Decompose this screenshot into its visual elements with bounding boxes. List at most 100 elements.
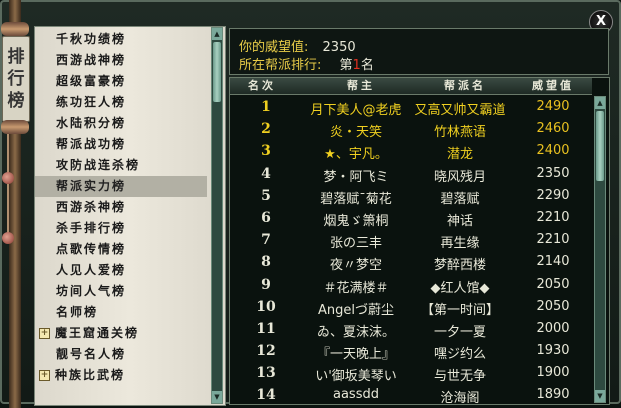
category-label: 超级富豪榜 bbox=[56, 74, 127, 88]
tassel-string bbox=[7, 134, 9, 174]
table-row[interactable]: 9 ＃花满楼＃ ◆红人馆◆ 2050 bbox=[230, 274, 592, 296]
title-glyph: 榜 bbox=[7, 91, 25, 111]
table-row[interactable]: 3 ★、宇凡。 潜龙 2400 bbox=[230, 140, 592, 162]
category-item[interactable]: + 魔王窟通关榜 bbox=[35, 323, 207, 344]
category-item[interactable]: + 种族比武榜 bbox=[35, 365, 207, 386]
table-header: 名次 帮主 帮派名 威望值 bbox=[230, 78, 592, 95]
rank-cell: 13 bbox=[256, 365, 276, 382]
guild-ranking-table: 名次 帮主 帮派名 威望值 1 月下美人@老虎 又高又帅又霸道 2490 2 炎・天笑 竹林… bbox=[229, 77, 610, 407]
category-item[interactable]: 名师榜 bbox=[35, 302, 207, 323]
category-item[interactable]: 超级富豪榜 bbox=[35, 71, 207, 92]
table-row[interactable]: 6 烟鬼ゞ箫桐 神话 2210 bbox=[230, 207, 592, 229]
scroll-thumb[interactable] bbox=[213, 42, 221, 102]
ranking-title-banner: 排 行 榜 bbox=[2, 36, 30, 122]
scroll-up-arrow-icon[interactable]: ▲ bbox=[212, 28, 222, 40]
guild-name-cell: ◆红人馆◆ bbox=[430, 280, 490, 296]
category-item[interactable]: 靓号名人榜 bbox=[35, 344, 207, 365]
category-label: 坊间人气榜 bbox=[56, 284, 127, 298]
table-scrollbar[interactable]: ▲ ▼ bbox=[594, 96, 606, 403]
guild-name-cell: 【第一时间】 bbox=[420, 302, 499, 318]
prestige-cell: 2460 bbox=[536, 121, 570, 137]
table-row[interactable]: 14 aassdd 沧海阁 1890 bbox=[230, 384, 592, 406]
category-item[interactable]: 点歌传情榜 bbox=[35, 239, 207, 260]
category-item[interactable]: 帮派实力榜 bbox=[35, 176, 207, 197]
table-row[interactable]: 5 碧落赋ˉ菊花 碧落赋 2290 bbox=[230, 185, 592, 207]
prestige-cell: 2210 bbox=[536, 232, 570, 248]
player-info-panel: 你的威望值: 2350 所在帮派排行: 第1名 bbox=[229, 28, 609, 75]
guild-name-cell: 又高又帅又霸道 bbox=[414, 103, 506, 118]
header-guild[interactable]: 帮派名 bbox=[420, 78, 510, 94]
title-glyph: 排 bbox=[7, 47, 25, 67]
category-item[interactable]: 西游杀神榜 bbox=[35, 197, 207, 218]
table-row[interactable]: 10 Angelづ蔚尘 【第一时间】 2050 bbox=[230, 296, 592, 318]
category-label: 练功狂人榜 bbox=[56, 95, 127, 109]
table-row[interactable]: 4 梦・阿飞ミ 晓风残月 2350 bbox=[230, 163, 592, 185]
title-glyph: 行 bbox=[7, 69, 25, 89]
category-item[interactable]: 帮派战功榜 bbox=[35, 134, 207, 155]
category-item[interactable]: 西游战神榜 bbox=[35, 50, 207, 71]
guild-rank-marker: 1 bbox=[352, 58, 361, 73]
tassel-string bbox=[7, 184, 9, 234]
scroll-down-arrow-icon[interactable]: ▼ bbox=[595, 390, 605, 402]
category-item[interactable]: 人见人爱榜 bbox=[35, 260, 207, 281]
rank-cell: 3 bbox=[261, 143, 271, 160]
header-leader[interactable]: 帮主 bbox=[326, 78, 396, 94]
category-label: 帮派实力榜 bbox=[56, 179, 127, 193]
table-row[interactable]: 8 夜〃梦空 梦醉西楼 2140 bbox=[230, 251, 592, 273]
expand-plus-icon[interactable]: + bbox=[39, 328, 50, 339]
scroll-down-arrow-icon[interactable]: ▼ bbox=[212, 391, 222, 403]
category-item[interactable]: 千秋功绩榜 bbox=[35, 29, 207, 50]
category-label: 帮派战功榜 bbox=[56, 137, 127, 151]
category-item[interactable]: 坊间人气榜 bbox=[35, 281, 207, 302]
scroll-thumb[interactable] bbox=[596, 111, 604, 181]
scroll-up-arrow-icon[interactable]: ▲ bbox=[595, 97, 605, 109]
category-list-panel: 千秋功绩榜西游战神榜超级富豪榜练功狂人榜水陆积分榜帮派战功榜攻防战连杀榜 帮派实力… bbox=[34, 26, 226, 406]
header-prestige[interactable]: 威望值 bbox=[520, 78, 586, 94]
table-row[interactable]: 12 『一天晚上』 嘿ジ约么 1930 bbox=[230, 340, 592, 362]
tassel-bead bbox=[2, 232, 14, 244]
prestige-cell: 2490 bbox=[536, 99, 570, 114]
rank-cell: 4 bbox=[261, 165, 271, 182]
prestige-cell: 2050 bbox=[536, 276, 570, 292]
expand-plus-icon[interactable]: + bbox=[39, 370, 50, 381]
category-label: 种族比武榜 bbox=[55, 368, 126, 382]
category-label: 杀手排行榜 bbox=[56, 221, 127, 235]
category-label: 西游战神榜 bbox=[56, 53, 127, 67]
category-item[interactable]: 练功狂人榜 bbox=[35, 92, 207, 113]
table-row[interactable]: 2 炎・天笑 竹林燕语 2460 bbox=[230, 118, 592, 140]
guild-rank-label: 所在帮派排行: bbox=[239, 58, 322, 73]
decorative-scroll: 排 行 榜 bbox=[0, 0, 30, 408]
table-rows: 1 月下美人@老虎 又高又帅又霸道 2490 2 炎・天笑 竹林燕语 2460 3 ★、宇凡。 潜龙… bbox=[230, 96, 592, 407]
guild-name-cell: 嘿ジ约么 bbox=[433, 347, 486, 363]
rank-cell: 8 bbox=[261, 254, 271, 271]
table-row[interactable]: 11 ゐ、夏沫沫。 一夕一夏 2000 bbox=[230, 318, 592, 340]
category-item[interactable]: 水陆积分榜 bbox=[35, 113, 207, 134]
category-item[interactable]: 攻防战连杀榜 bbox=[35, 155, 207, 176]
table-row[interactable]: 1 月下美人@老虎 又高又帅又霸道 2490 bbox=[230, 96, 592, 118]
header-rank[interactable]: 名次 bbox=[238, 78, 286, 94]
category-label: 点歌传情榜 bbox=[56, 242, 127, 256]
rank-cell: 12 bbox=[256, 343, 276, 360]
category-item[interactable]: 杀手排行榜 bbox=[35, 218, 207, 239]
prestige-cell: 2350 bbox=[536, 165, 570, 181]
rank-cell: 14 bbox=[256, 387, 276, 404]
tassel-bead bbox=[2, 172, 14, 184]
category-label: 攻防战连杀榜 bbox=[56, 158, 141, 172]
table-row[interactable]: 13 い'御坂美琴い 与世无争 1900 bbox=[230, 362, 592, 384]
prestige-cell: 2290 bbox=[536, 187, 570, 203]
category-scrollbar[interactable]: ▲ ▼ bbox=[211, 27, 223, 404]
scroll-cap-top bbox=[1, 22, 29, 36]
table-row[interactable]: 7 张の三丰 再生缘 2210 bbox=[230, 229, 592, 251]
rank-cell: 7 bbox=[261, 232, 271, 249]
guild-name-cell: 晓风残月 bbox=[433, 169, 486, 185]
category-label: 靓号名人榜 bbox=[56, 347, 127, 361]
prestige-cell: 1890 bbox=[536, 387, 570, 403]
category-label: 名师榜 bbox=[56, 305, 99, 319]
prestige-cell: 2400 bbox=[536, 143, 570, 159]
rank-cell: 10 bbox=[256, 298, 276, 315]
guild-name-cell: 碧落赋 bbox=[440, 191, 480, 207]
rank-cell: 2 bbox=[261, 121, 271, 138]
prestige-label: 你的威望值: bbox=[239, 40, 309, 55]
guild-name-cell: 再生缘 bbox=[440, 236, 480, 252]
category-label: 魔王窟通关榜 bbox=[55, 326, 140, 340]
